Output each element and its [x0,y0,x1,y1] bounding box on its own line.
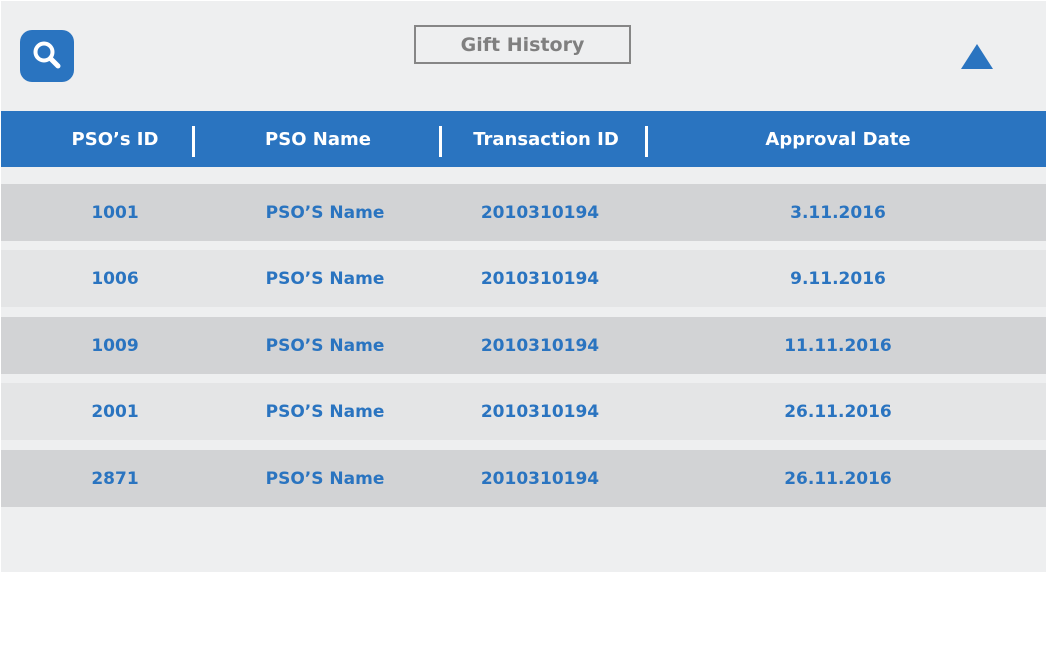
column-header-approval-date[interactable]: Approval Date [648,111,1028,167]
triangle-up-icon [961,44,993,69]
collapse-button[interactable] [958,42,996,72]
column-header-pso-name[interactable]: PSO Name [195,111,441,167]
gift-history-screen: Gift History PSO’s ID PSO Name Transacti… [1,1,1046,572]
search-icon [33,41,61,69]
table-header: PSO’s ID PSO Name Transaction ID Approva… [1,111,1046,167]
search-button[interactable] [20,30,74,82]
cell-approval-date: 11.11.2016 [784,335,892,356]
page-title: Gift History [414,25,631,64]
cell-pso-name: PSO’S Name [265,202,385,223]
cell-transaction-id: 2010310194 [480,401,600,422]
cell-pso-name: PSO’S Name [265,268,385,289]
cell-transaction-id: 2010310194 [480,468,600,489]
cell-transaction-id: 2010310194 [480,202,600,223]
table-row[interactable]: 2001 PSO’S Name 2010310194 26.11.2016 [1,383,1046,440]
column-header-transaction-id[interactable]: Transaction ID [442,111,650,167]
cell-transaction-id: 2010310194 [480,335,600,356]
cell-approval-date: 26.11.2016 [784,468,892,489]
cell-approval-date: 3.11.2016 [790,202,886,223]
table-row[interactable]: 1006 PSO’S Name 2010310194 9.11.2016 [1,250,1046,307]
cell-pso-name: PSO’S Name [265,468,385,489]
cell-approval-date: 26.11.2016 [784,401,892,422]
table-row[interactable]: 1009 PSO’S Name 2010310194 11.11.2016 [1,317,1046,374]
cell-pso-name: PSO’S Name [265,401,385,422]
cell-pso-name: PSO’S Name [265,335,385,356]
cell-approval-date: 9.11.2016 [790,268,886,289]
table-row[interactable]: 1001 PSO’S Name 2010310194 3.11.2016 [1,184,1046,241]
cell-transaction-id: 2010310194 [480,268,600,289]
table-row[interactable]: 2871 PSO’S Name 2010310194 26.11.2016 [1,450,1046,507]
